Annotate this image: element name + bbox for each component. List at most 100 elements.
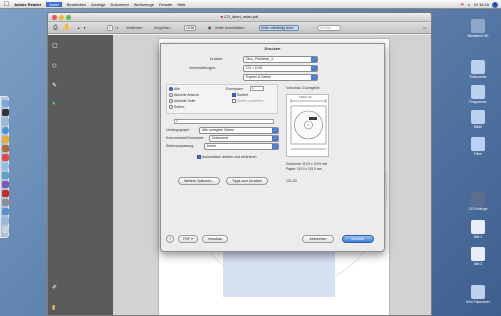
- desktop-icon-programme[interactable]: Programme: [455, 85, 501, 104]
- desktop-icon-bild-1[interactable]: Bild 1: [455, 220, 501, 239]
- print-icon[interactable]: ⎙: [53, 25, 58, 31]
- comments-panel-icon[interactable]: ✐: [52, 285, 57, 291]
- dock-app-icon[interactable]: [2, 208, 9, 215]
- dock-iphoto-icon[interactable]: [2, 172, 9, 179]
- collated-label: Sortiert: [237, 93, 249, 97]
- spotlight-icon[interactable]: ⚲: [492, 1, 498, 8]
- attachments-panel-icon[interactable]: ✎: [52, 83, 57, 89]
- window-toggle-icon[interactable]: ▭: [423, 25, 426, 31]
- preview-button[interactable]: Vorschau: [202, 235, 228, 243]
- folder-icon: [471, 110, 485, 124]
- signature-panel-icon[interactable]: ▮: [52, 305, 55, 311]
- desktop-icon-filme[interactable]: Filme: [455, 137, 501, 156]
- page-number-field[interactable]: 1: [107, 25, 113, 31]
- collated-checkbox[interactable]: [232, 93, 236, 98]
- hand-icon[interactable]: ✋: [63, 25, 70, 31]
- dock-acrobat-icon[interactable]: [2, 190, 9, 197]
- scaling-select[interactable]: Keine ↕: [204, 143, 279, 150]
- menu-fenster[interactable]: Fenster: [159, 2, 173, 7]
- range-view-label: Aktuelle Ansicht: [174, 93, 199, 97]
- menu-bearbeiten[interactable]: Bearbeiten: [67, 2, 86, 7]
- menu-werkzeuge[interactable]: Werkzeuge: [134, 2, 154, 7]
- dock: [0, 96, 9, 238]
- help-button[interactable]: ?: [166, 235, 174, 243]
- menu-app-name[interactable]: Adobe Reader: [14, 2, 41, 7]
- presets-select[interactable]: CD + DVD ↕: [243, 65, 318, 72]
- menu-datei[interactable]: Datei: [46, 1, 62, 7]
- next-page-icon[interactable]: ▼: [83, 25, 86, 31]
- advanced-button[interactable]: Weitere Optionen...: [178, 177, 220, 185]
- preview-title: Vorschau: Zoomgerät: [286, 86, 320, 90]
- navigation-sidebar: ▢ ◇ ✎ ● ✐ ▮: [48, 35, 113, 315]
- range-view-option[interactable]: Aktuelle Ansicht: [169, 93, 199, 98]
- print-button[interactable]: Drucken: [342, 235, 374, 243]
- desktop-icon-bild-2[interactable]: Bild 2: [455, 247, 501, 266]
- prev-page-icon[interactable]: ▲: [77, 25, 80, 31]
- radio-current-view[interactable]: [169, 93, 173, 98]
- apple-menu-icon[interactable]: : [4, 1, 9, 8]
- desktop-icon-fotoordner[interactable]: Kein Fotoordner: [455, 285, 501, 304]
- menu-clock[interactable]: Di 16:15: [474, 2, 489, 7]
- dock-folder-icon[interactable]: [2, 217, 9, 224]
- cancel-button[interactable]: Abbrechen: [302, 235, 334, 243]
- dock-trash-icon[interactable]: [2, 226, 9, 233]
- layers-panel-icon[interactable]: ●: [52, 101, 56, 107]
- dock-calendar-icon[interactable]: [2, 154, 9, 161]
- dock-addressbook-icon[interactable]: [2, 145, 9, 152]
- flag-icon[interactable]: ⚑: [461, 2, 465, 7]
- dock-finder-icon[interactable]: [2, 100, 9, 107]
- dock-imovie-icon[interactable]: [2, 181, 9, 188]
- volume-icon[interactable]: ♬: [467, 2, 471, 7]
- fit-page-label[interactable]: Seiten durchblättern: [215, 25, 245, 31]
- chevron-down-icon: ↕: [272, 136, 278, 141]
- search-input[interactable]: Suchen: [317, 25, 341, 31]
- range-page-option[interactable]: Aktuelle Seite: [169, 99, 195, 104]
- dock-dashboard-icon[interactable]: [2, 109, 9, 116]
- dock-safari-icon[interactable]: [2, 127, 9, 134]
- read-mode-button[interactable]: Seite vollständig lesen: [259, 25, 299, 31]
- copies-field[interactable]: 1: [250, 86, 264, 91]
- page-handling-select[interactable]: Alle vorlegten Seiten ↕: [199, 127, 279, 134]
- hard-drive-icon: [471, 19, 485, 33]
- pdf-menu-button[interactable]: PDF ▾: [178, 235, 198, 243]
- range-pages-option[interactable]: Seiten:: [169, 105, 185, 110]
- dock-itunes-icon[interactable]: [2, 163, 9, 170]
- copies-label: Exemplare:: [226, 87, 244, 91]
- desktop-icon-bilder[interactable]: Bilder: [455, 110, 501, 129]
- zoom-in-label[interactable]: Vergrößern: [154, 25, 171, 31]
- radio-pages[interactable]: [169, 105, 173, 110]
- autorotate-checkbox[interactable]: [197, 155, 201, 160]
- menu-hilfe[interactable]: Hilfe: [178, 2, 186, 7]
- pages-range-field[interactable]: 1: [174, 119, 274, 124]
- scaling-label: Seitenanpassung:: [166, 144, 195, 148]
- printer-select[interactable]: Diso_Publisher_II ↕: [243, 56, 318, 63]
- pages-panel-icon[interactable]: ▢: [52, 43, 58, 49]
- dock-preferences-icon[interactable]: [2, 199, 9, 206]
- range-all-option[interactable]: Alle: [169, 87, 180, 92]
- window-titlebar[interactable]: ■ CD_label_mtab.pdf: [48, 13, 431, 22]
- reverse-option[interactable]: Seiten umkehren: [232, 99, 263, 104]
- desktop-icon-cd-rohlinge[interactable]: CD-Rohlinge: [455, 192, 501, 211]
- autorotate-option[interactable]: Automatisch drehen und zentrieren: [197, 155, 256, 160]
- pane-select[interactable]: Kopien & Seiten ↕: [243, 74, 318, 81]
- page-layout-icon[interactable]: ▦: [208, 25, 211, 31]
- radio-all[interactable]: [169, 87, 173, 92]
- bookmarks-panel-icon[interactable]: ◇: [52, 63, 57, 69]
- folder-icon: [471, 137, 485, 151]
- print-dialog-title: Drucken: [264, 46, 281, 51]
- desktop-icon-dokumente[interactable]: Dokumente: [455, 60, 501, 79]
- menu-dokument[interactable]: Dokument: [111, 2, 129, 7]
- print-tips-button[interactable]: Tipps zum Drucken: [226, 177, 268, 185]
- zoom-out-label[interactable]: Verkleinern: [126, 25, 143, 31]
- desktop-icon-macintosh-hd[interactable]: Macintosh HD: [455, 19, 501, 38]
- menu-anzeige[interactable]: Anzeige: [91, 2, 105, 7]
- radio-current-page[interactable]: [169, 99, 173, 104]
- reverse-checkbox[interactable]: [232, 99, 236, 104]
- dock-mail-icon[interactable]: [2, 118, 9, 125]
- dock-ichat-icon[interactable]: [2, 136, 9, 143]
- zoom-field[interactable]: 18,56: [184, 25, 196, 31]
- collated-option[interactable]: Sortiert: [232, 93, 249, 98]
- image-file-icon: [471, 220, 485, 234]
- comments-select[interactable]: Dokument ↕: [209, 135, 279, 142]
- print-preview: [286, 94, 329, 157]
